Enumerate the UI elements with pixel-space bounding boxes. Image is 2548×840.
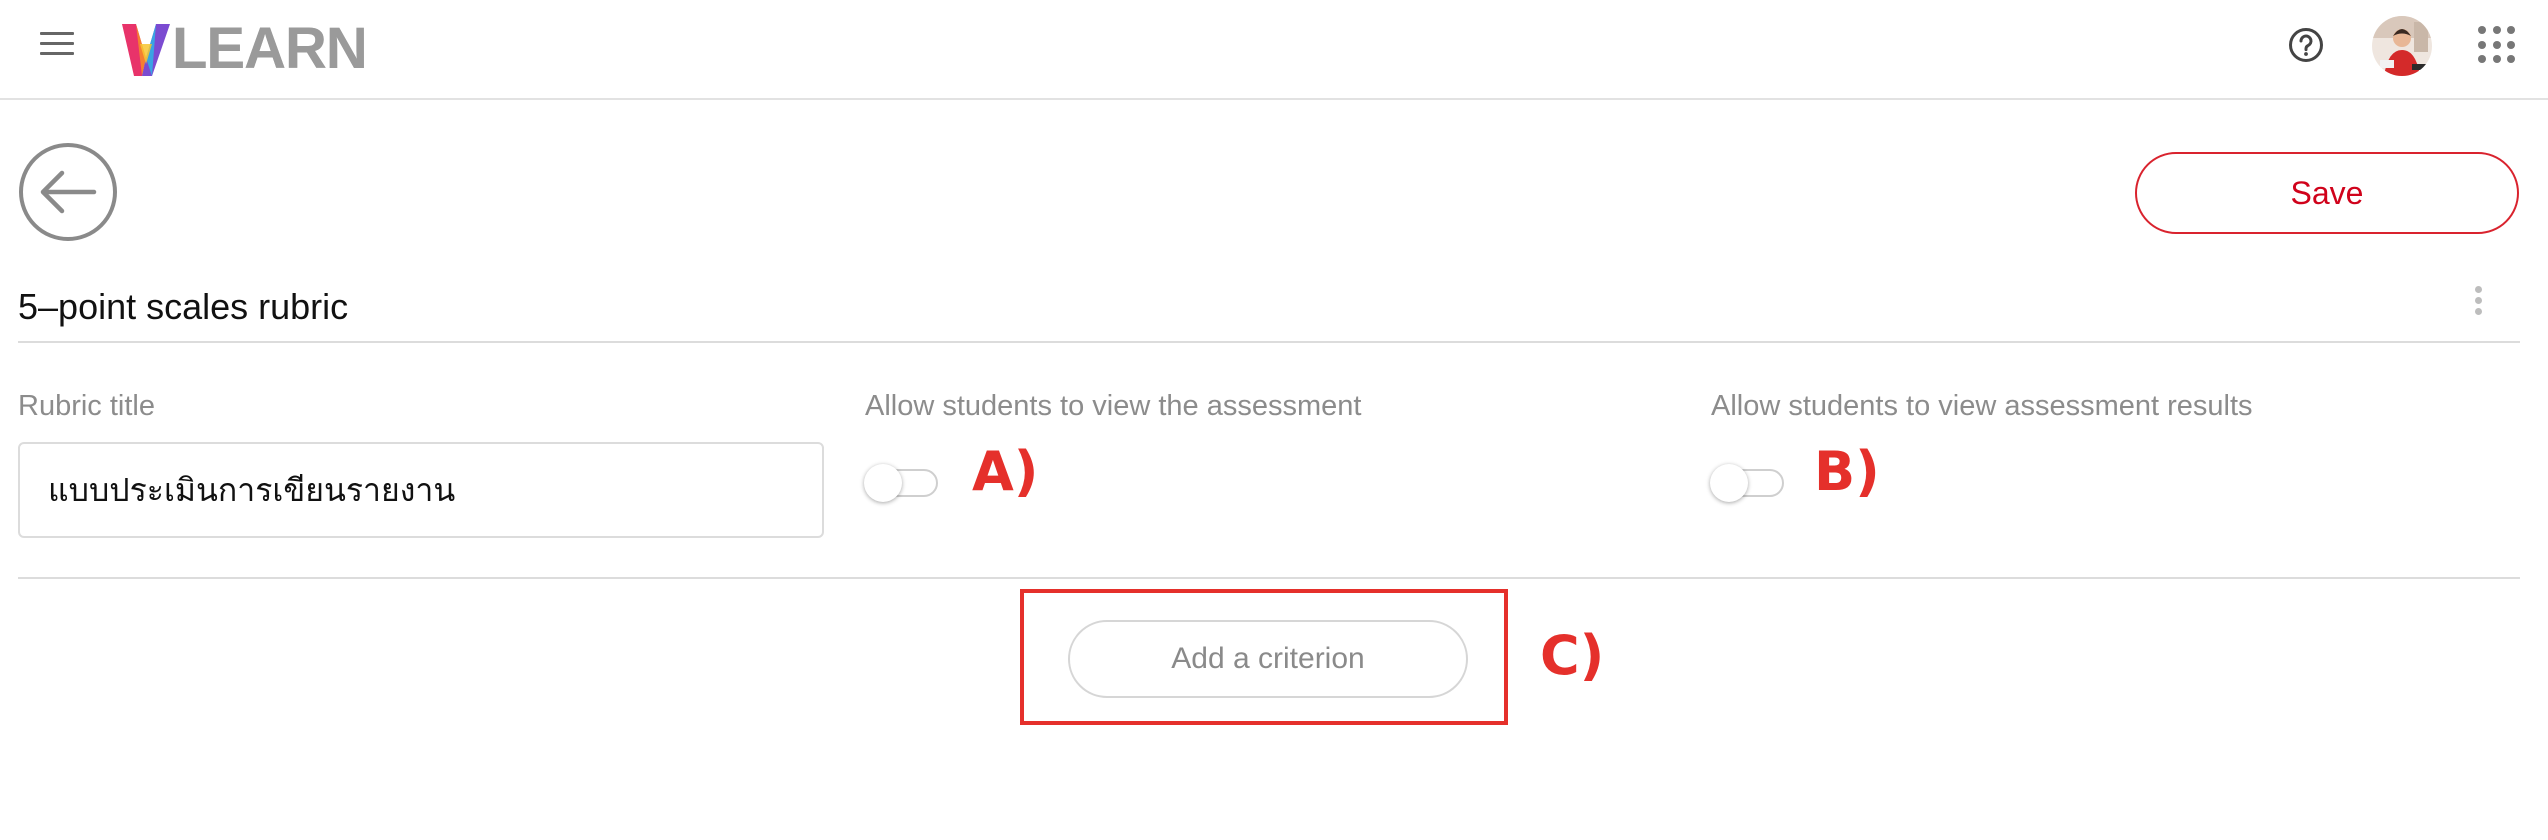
help-icon[interactable] (2288, 27, 2324, 63)
header-divider (18, 341, 2520, 343)
add-criterion-button[interactable]: Add a criterion (1068, 620, 1468, 698)
top-app-bar: LEARN (0, 0, 2548, 100)
logo-text: LEARN (172, 16, 368, 81)
annotation-label-b: B) (1814, 440, 1880, 503)
more-options-icon[interactable] (2472, 286, 2484, 320)
rubric-title-input[interactable] (18, 442, 824, 538)
rubric-name-heading: 5–point scales rubric (18, 286, 349, 327)
rubric-title-label: Rubric title (18, 390, 155, 422)
save-button[interactable]: Save (2135, 152, 2519, 234)
user-avatar[interactable] (2372, 16, 2432, 76)
v-logo-mark-icon (122, 24, 170, 76)
apps-grid-icon[interactable] (2478, 26, 2516, 64)
view-results-toggle[interactable] (1710, 464, 1784, 502)
annotation-label-a: A) (972, 440, 1039, 503)
section-divider (18, 577, 2520, 579)
hamburger-menu-icon[interactable] (40, 32, 74, 58)
view-results-label: Allow students to view assessment result… (1711, 390, 2253, 422)
avatar-photo-icon (2372, 16, 2432, 76)
annotation-label-c: C) (1540, 624, 1605, 687)
view-assessment-label: Allow students to view the assessment (865, 390, 1362, 422)
back-arrow-icon[interactable] (18, 142, 118, 242)
view-assessment-toggle[interactable] (864, 464, 938, 502)
vlearn-logo[interactable]: LEARN (122, 16, 368, 81)
